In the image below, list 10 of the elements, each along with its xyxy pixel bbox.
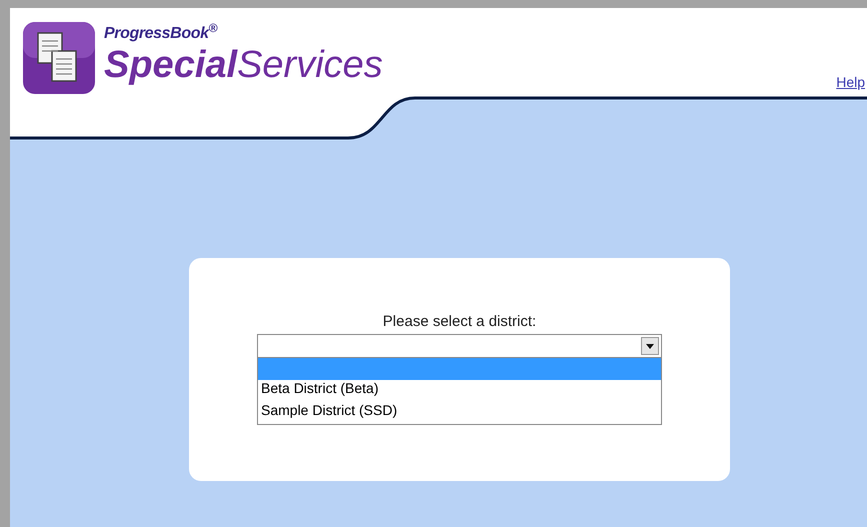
district-select[interactable] [257,334,662,358]
brand-title-bold: Special [104,43,238,88]
dropdown-caret-icon [641,336,659,355]
brand-subtitle: ProgressBook$^{®}$ [104,26,218,42]
help-link[interactable]: Help [836,72,865,93]
documents-logo-icon [22,21,96,95]
district-option[interactable]: Beta District (Beta) [258,380,661,402]
district-option[interactable]: Sample District (SSD) [258,402,661,424]
district-label: Please select a district: [382,313,536,332]
brand-title: Services [237,43,383,88]
